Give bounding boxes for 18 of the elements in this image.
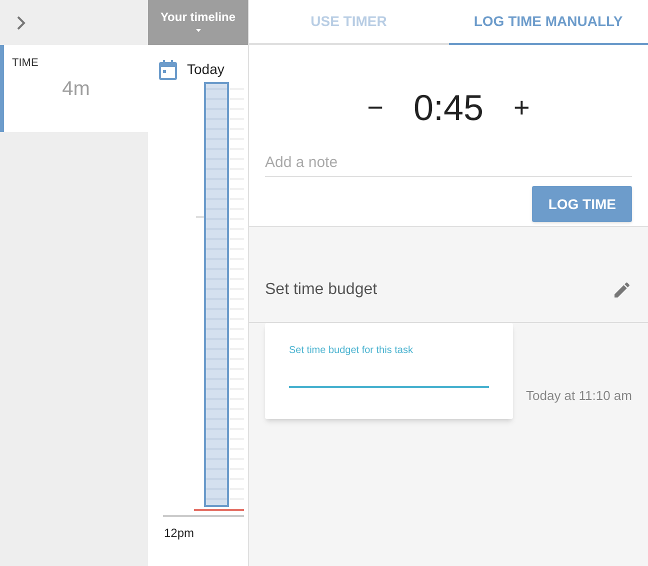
calendar-icon[interactable] bbox=[159, 60, 177, 80]
timeline-header[interactable]: Your timeline bbox=[148, 0, 248, 45]
note-field[interactable]: Add a note bbox=[265, 149, 632, 177]
hour-label: 12pm bbox=[163, 525, 196, 542]
time-value: 4m bbox=[62, 76, 90, 102]
time-label: TIME bbox=[12, 56, 40, 71]
budget-field-label: Set time budget for this task bbox=[289, 344, 414, 358]
caret-icon bbox=[196, 29, 200, 32]
budget-label: Set time budget bbox=[265, 280, 378, 300]
increase-button[interactable]: + bbox=[514, 87, 530, 129]
log-time-button[interactable]: LOG TIME bbox=[532, 186, 632, 222]
decrease-button[interactable]: − bbox=[367, 87, 384, 129]
chevron-right-icon[interactable] bbox=[16, 16, 26, 30]
day-label: Today bbox=[187, 60, 224, 79]
timeline-title: Your timeline bbox=[160, 9, 236, 26]
activity-time: Today at 11:10 am bbox=[526, 387, 632, 405]
pencil-icon[interactable] bbox=[612, 280, 632, 300]
duration-value: 0:45 bbox=[413, 86, 484, 130]
